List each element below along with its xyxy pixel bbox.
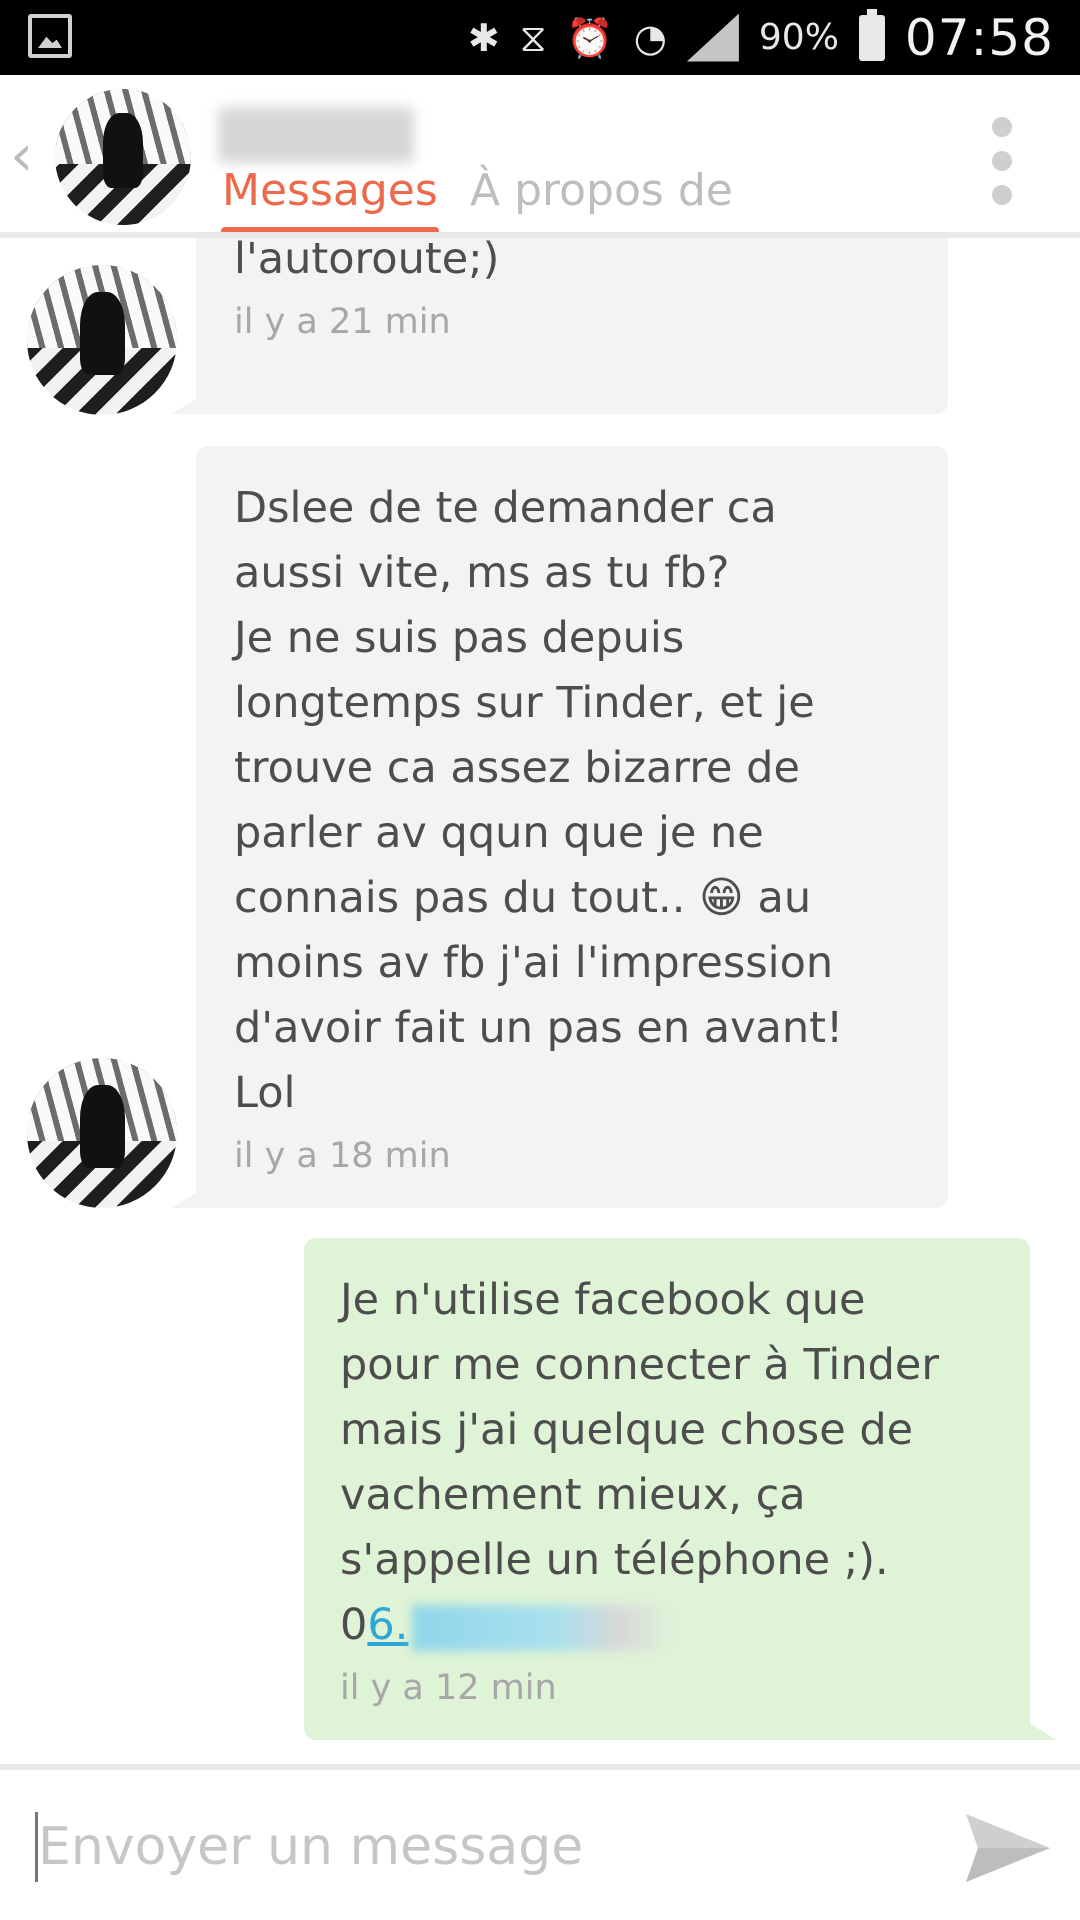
wifi-icon: ◔: [633, 15, 667, 60]
phone-number-redacted: [412, 1604, 673, 1651]
phone-number-line: 06.: [340, 1593, 994, 1658]
battery-percent: 90%: [758, 17, 839, 58]
vibrate-icon: ⧖: [519, 15, 547, 60]
message-text: Je n'utilise facebook que pour me connec…: [340, 1275, 940, 1585]
tab-about[interactable]: À propos de: [470, 165, 733, 216]
battery-icon: [858, 8, 885, 61]
message-timestamp: il y a 21 min: [234, 302, 451, 342]
match-avatar[interactable]: [55, 89, 191, 225]
phone-prefix: 0: [340, 1600, 368, 1650]
tab-messages[interactable]: Messages: [222, 165, 438, 216]
gallery-icon: [28, 14, 72, 58]
message-timestamp: il y a 18 min: [234, 1136, 451, 1176]
message-composer: [0, 1770, 1080, 1920]
message-bubble-received[interactable]: 5h30, c'est quasi que de l'autoroute;) i…: [196, 220, 948, 414]
match-name-redacted: [218, 107, 414, 163]
status-bar: ✱ ⧖ ⏰ ◔ 90% 07:58: [0, 0, 1080, 75]
bubble-tail: [172, 1182, 212, 1208]
bluetooth-icon: ✱: [467, 15, 500, 60]
status-icons: ✱ ⧖ ⏰ ◔ 90% 07:58: [468, 0, 1054, 75]
header-divider: [0, 232, 1080, 238]
chevron-left-icon[interactable]: ‹: [10, 126, 50, 184]
message-timestamp: il y a 12 min: [340, 1668, 557, 1708]
sender-avatar[interactable]: [27, 265, 177, 415]
send-icon[interactable]: [962, 1808, 1052, 1888]
bubble-tail: [1016, 1714, 1056, 1740]
sender-avatar[interactable]: [27, 1058, 177, 1208]
kebab-menu-icon[interactable]: [990, 117, 1014, 205]
message-input[interactable]: [38, 1802, 918, 1892]
phone-number-link[interactable]: 6.: [367, 1600, 408, 1650]
alarm-icon: ⏰: [566, 15, 614, 60]
chat-header: ‹ Messages À propos de: [0, 75, 1080, 235]
message-text: Dslee de te demander ca aussi vite, ms a…: [234, 483, 844, 1118]
clock: 07:58: [904, 8, 1054, 67]
message-bubble-received[interactable]: Dslee de te demander ca aussi vite, ms a…: [196, 446, 948, 1208]
message-bubble-sent[interactable]: Je n'utilise facebook que pour me connec…: [304, 1238, 1030, 1740]
signal-icon: [686, 13, 739, 62]
